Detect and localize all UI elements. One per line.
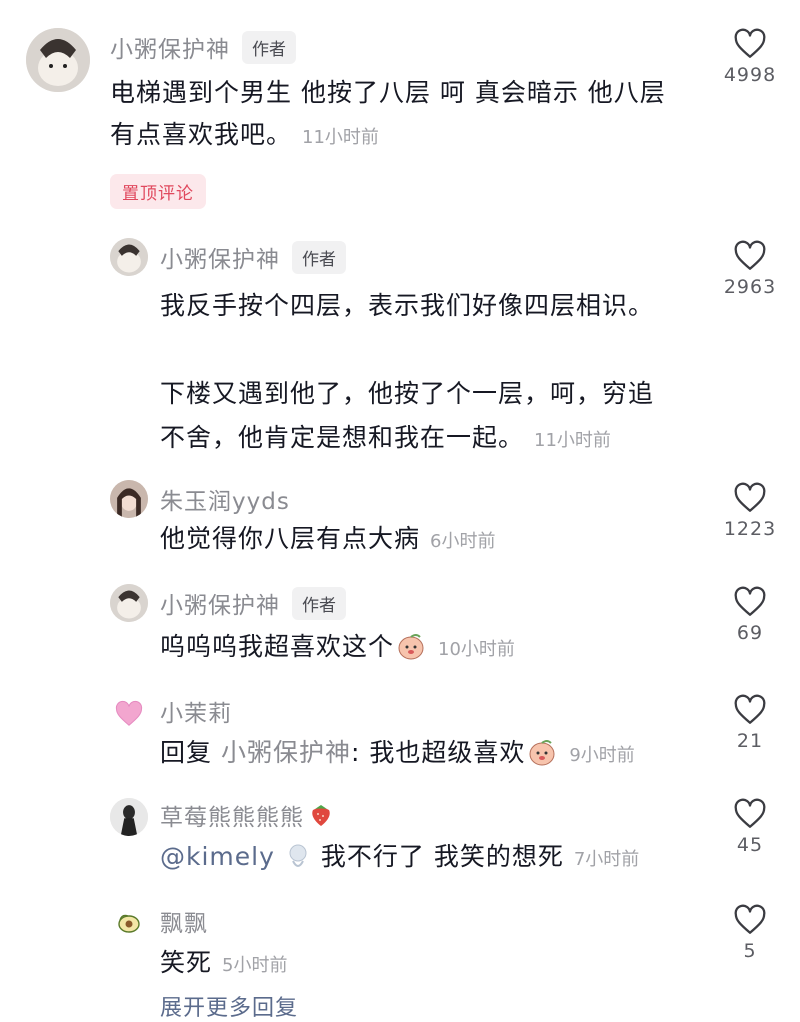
comment-text-line: : 我也超级喜欢 (350, 738, 526, 767)
timestamp: 5小时前 (222, 955, 288, 976)
like-count: 2963 (723, 276, 777, 298)
like-count: 69 (736, 622, 764, 644)
avatar-image (26, 28, 90, 92)
like-button[interactable]: 4998 (722, 28, 778, 86)
avatar-image (110, 238, 148, 276)
like-count: 1223 (723, 518, 777, 540)
heart-outline-icon (734, 694, 766, 724)
like-count: 4998 (723, 64, 777, 86)
comment-text-line: 笑死 (160, 948, 213, 977)
expand-more-replies-button[interactable]: 展开更多回复 (160, 990, 298, 1022)
comment-text-line: 有点喜欢我吧。 (110, 120, 293, 149)
username[interactable]: 小粥保护神 (110, 30, 230, 64)
like-button[interactable]: 1223 (722, 482, 778, 540)
username[interactable]: 朱玉润yyds (160, 482, 290, 516)
comment-text-line: 我反手按个四层，表示我们好像四层相识。 (160, 291, 655, 320)
avocado-avatar-icon (118, 914, 140, 933)
avatar[interactable] (110, 480, 148, 518)
heart-outline-icon (734, 28, 766, 58)
heart-avatar-icon (115, 700, 143, 726)
heart-outline-icon (734, 904, 766, 934)
avatar[interactable] (114, 700, 144, 728)
peach-emoji-icon (529, 740, 555, 766)
comment-text: @kimely 我不行了 我笑的想死 7小时前 (160, 836, 639, 881)
mention-link[interactable]: @kimely (160, 842, 275, 871)
username[interactable]: 草莓熊熊熊熊 (160, 798, 304, 832)
comment-text-line: 下楼又遇到他了，他按了个一层，呵，穷追 (160, 379, 655, 408)
timestamp: 11小时前 (534, 430, 611, 451)
avatar[interactable] (110, 584, 148, 622)
username[interactable]: 小粥保护神 (160, 240, 280, 274)
author-tag: 作者 (242, 30, 296, 64)
comment-text: 呜呜呜我超喜欢这个 10小时前 (160, 626, 515, 671)
timestamp: 10小时前 (438, 639, 515, 660)
like-count: 21 (736, 730, 764, 752)
avatar-image (110, 480, 148, 518)
author-tag: 作者 (292, 240, 346, 274)
like-button[interactable]: 5 (722, 904, 778, 962)
heart-outline-icon (734, 798, 766, 828)
comment-text-line (160, 328, 654, 372)
timestamp: 11小时前 (302, 127, 379, 148)
heart-outline-icon (734, 240, 766, 270)
username[interactable]: 小粥保护神 (160, 586, 280, 620)
like-button[interactable]: 45 (722, 798, 778, 856)
comment-text: 电梯遇到个男生 他按了八层 呵 真会暗示 他八层 有点喜欢我吧。 11小时前 (110, 72, 666, 159)
comment-text-line: 我不行了 我笑的想死 (320, 842, 564, 871)
comment-text-line: 电梯遇到个男生 他按了八层 呵 真会暗示 他八层 (110, 78, 666, 107)
like-button[interactable]: 21 (722, 694, 778, 752)
timestamp: 9小时前 (569, 745, 635, 766)
author-tag: 作者 (292, 586, 346, 620)
reply-to-username[interactable]: 小粥保护神 (221, 738, 351, 767)
avatar[interactable] (110, 798, 148, 836)
avatar-image (110, 584, 148, 622)
timestamp: 6小时前 (430, 531, 496, 552)
comment-text: 他觉得你八层有点大病 6小时前 (160, 518, 495, 563)
comment-text-line: 他觉得你八层有点大病 (160, 524, 421, 553)
heart-outline-icon (734, 586, 766, 616)
peach-emoji-icon (398, 634, 424, 660)
like-count: 45 (736, 834, 764, 856)
comment-text-line: 呜呜呜我超喜欢这个 (160, 632, 395, 661)
username[interactable]: 飘飘 (160, 904, 208, 938)
comment-text: 我反手按个四层，表示我们好像四层相识。 下楼又遇到他了，他按了个一层，呵，穷追 … (160, 284, 654, 463)
strawberry-icon (312, 805, 330, 826)
comment-text: 笑死 5小时前 (160, 942, 287, 987)
avatar[interactable] (110, 238, 148, 276)
like-button[interactable]: 2963 (722, 240, 778, 298)
mention-avatar-icon (289, 844, 307, 867)
pinned-badge: 置顶评论 (110, 174, 206, 209)
like-button[interactable]: 69 (722, 586, 778, 644)
reply-prefix: 回复 (160, 738, 213, 767)
like-count: 5 (743, 940, 757, 962)
avatar-image (110, 798, 148, 836)
username[interactable]: 小茉莉 (160, 694, 232, 728)
comment-text: 回复 小粥保护神: 我也超级喜欢 9小时前 (160, 732, 635, 777)
comment-text-line: 不舍，他肯定是想和我在一起。 (160, 423, 525, 452)
heart-outline-icon (734, 482, 766, 512)
avatar[interactable] (116, 910, 142, 936)
timestamp: 7小时前 (573, 849, 640, 870)
avatar[interactable] (26, 28, 90, 92)
